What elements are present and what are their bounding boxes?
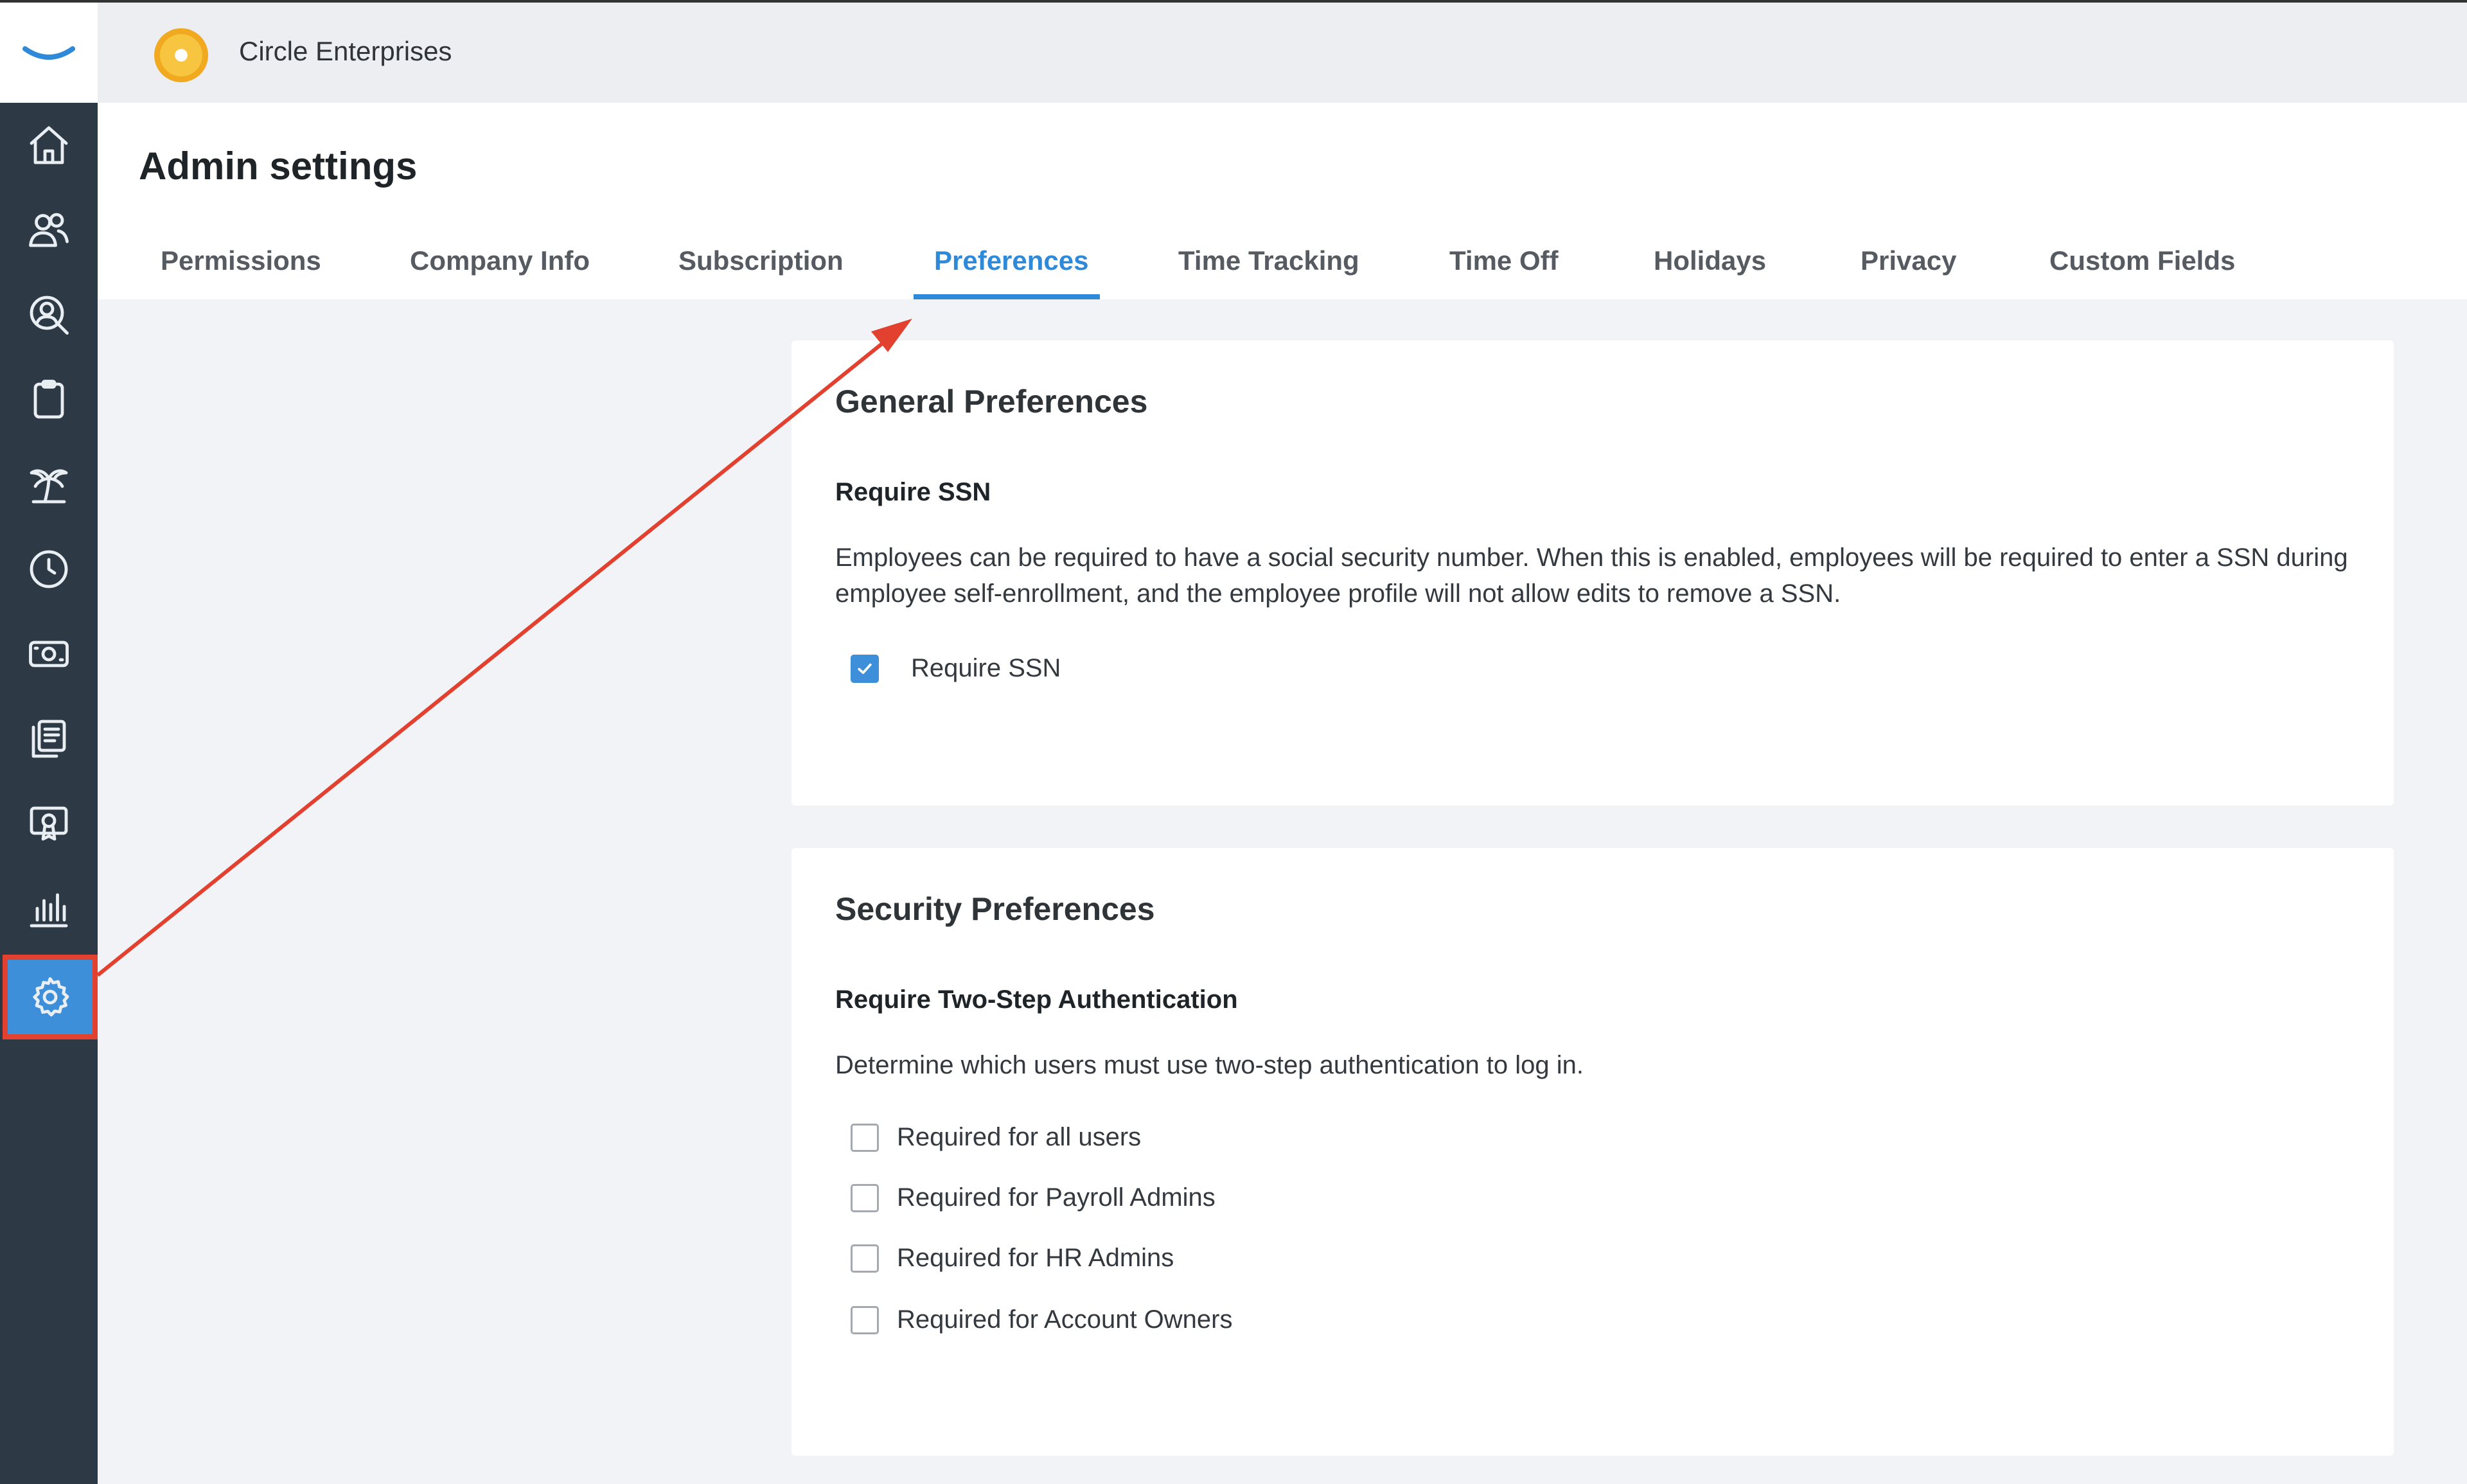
tab-time-off[interactable]: Time Off bbox=[1449, 245, 1559, 292]
top-bar: Circle Enterprises bbox=[98, 0, 2467, 103]
clock-icon[interactable] bbox=[0, 527, 98, 612]
palm-tree-icon[interactable] bbox=[0, 442, 98, 527]
sidebar bbox=[0, 0, 98, 1484]
smile-logo-icon bbox=[22, 46, 75, 60]
tab-preferences[interactable]: Preferences bbox=[934, 245, 1089, 292]
page-header: Admin settings Permissions Company Info … bbox=[98, 103, 2467, 299]
certificate-icon[interactable] bbox=[0, 781, 98, 866]
payroll-admins-label: Required for Payroll Admins bbox=[897, 1183, 1216, 1212]
app-logo[interactable] bbox=[0, 0, 98, 103]
arrow-line bbox=[96, 336, 890, 977]
option-all-users[interactable]: Required for all users bbox=[851, 1123, 1141, 1152]
company-logo bbox=[154, 28, 208, 82]
home-icon[interactable] bbox=[0, 103, 98, 188]
require-ssn-option[interactable]: Require SSN bbox=[851, 654, 1061, 683]
option-account-owners[interactable]: Required for Account Owners bbox=[851, 1305, 1232, 1334]
all-users-checkbox[interactable] bbox=[851, 1123, 879, 1152]
general-preferences-card: General Preferences Require SSN Employee… bbox=[791, 340, 2394, 806]
require-ssn-description: Employees can be required to have a soci… bbox=[835, 543, 2348, 608]
person-search-icon[interactable] bbox=[0, 272, 98, 357]
active-tab-indicator bbox=[914, 294, 1100, 299]
all-users-label: Required for all users bbox=[897, 1123, 1142, 1151]
money-icon[interactable] bbox=[0, 612, 98, 696]
two-step-auth-description: Determine which users must use two-step … bbox=[835, 1051, 1584, 1079]
tab-permissions[interactable]: Permissions bbox=[161, 245, 321, 292]
account-owners-label: Required for Account Owners bbox=[897, 1305, 1233, 1334]
documents-icon[interactable] bbox=[0, 696, 98, 781]
bar-chart-icon[interactable] bbox=[0, 866, 98, 951]
tab-company-info[interactable]: Company Info bbox=[410, 245, 590, 292]
payroll-admins-checkbox[interactable] bbox=[851, 1183, 879, 1212]
company-name[interactable]: Circle Enterprises bbox=[239, 36, 452, 67]
tab-privacy[interactable]: Privacy bbox=[1861, 245, 1956, 292]
require-ssn-label: Require SSN bbox=[911, 654, 1061, 682]
general-preferences-title: General Preferences bbox=[835, 384, 1148, 420]
tab-holidays[interactable]: Holidays bbox=[1654, 245, 1766, 292]
hr-admins-label: Required for HR Admins bbox=[897, 1244, 1174, 1272]
hr-admins-checkbox[interactable] bbox=[851, 1244, 879, 1273]
gear-icon[interactable] bbox=[3, 955, 98, 1039]
tab-time-tracking[interactable]: Time Tracking bbox=[1178, 245, 1359, 292]
two-step-auth-heading: Require Two-Step Authentication bbox=[835, 985, 1238, 1014]
require-ssn-checkbox[interactable] bbox=[851, 654, 879, 683]
option-payroll-admins[interactable]: Required for Payroll Admins bbox=[851, 1183, 1216, 1212]
clipboard-icon[interactable] bbox=[0, 357, 98, 442]
tab-custom-fields[interactable]: Custom Fields bbox=[2049, 245, 2235, 292]
settings-tabs: Permissions Company Info Subscription Pr… bbox=[98, 231, 2467, 299]
people-icon[interactable] bbox=[0, 188, 98, 272]
page-title: Admin settings bbox=[139, 145, 418, 188]
option-hr-admins[interactable]: Required for HR Admins bbox=[851, 1244, 1174, 1273]
require-ssn-heading: Require SSN bbox=[835, 478, 991, 506]
security-preferences-title: Security Preferences bbox=[835, 891, 1155, 927]
security-preferences-card: Security Preferences Require Two-Step Au… bbox=[791, 848, 2394, 1456]
checkmark-icon bbox=[858, 663, 872, 674]
tab-subscription[interactable]: Subscription bbox=[678, 245, 844, 292]
account-owners-checkbox[interactable] bbox=[851, 1305, 879, 1334]
